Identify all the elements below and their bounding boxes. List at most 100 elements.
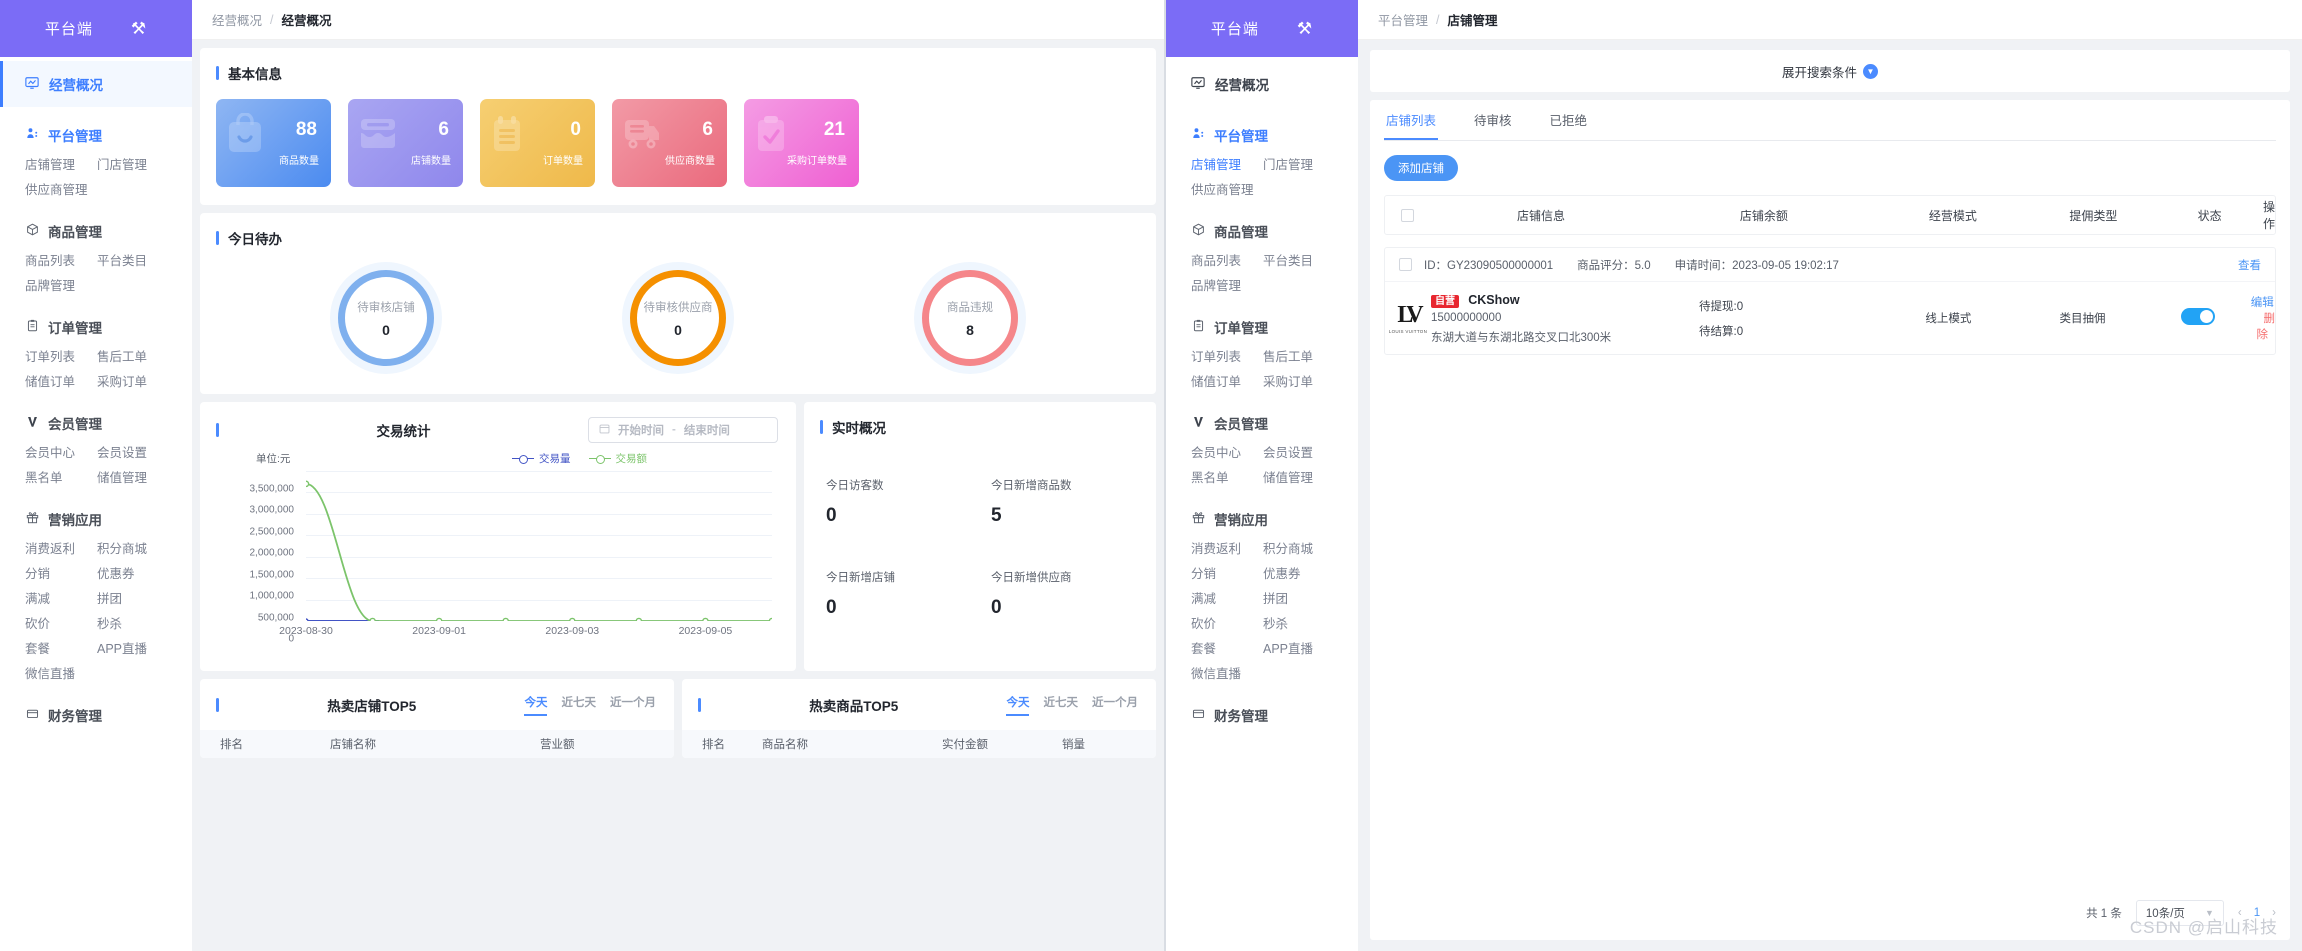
tab-pending-review[interactable]: 待审核	[1472, 110, 1514, 140]
sidebar-item-shop-manage[interactable]: 店铺管理	[1191, 153, 1263, 178]
tab-rejected[interactable]: 已拒绝	[1548, 110, 1590, 140]
sidebar-item-full-reduction[interactable]: 满减	[1191, 587, 1263, 612]
sidebar-item-aftersale-ticket[interactable]: 售后工单	[1263, 345, 1335, 370]
row-view-action[interactable]: 查看	[2238, 257, 2261, 273]
sidebar-group-title-platform[interactable]: 平台管理	[1166, 125, 1358, 145]
sidebar-item-full-reduction[interactable]: 满减	[25, 587, 97, 612]
sidebar-item-order-list[interactable]: 订单列表	[25, 345, 97, 370]
sidebar-item-coupon[interactable]: 优惠券	[1263, 562, 1335, 587]
sidebar-item-package[interactable]: 套餐	[25, 637, 97, 662]
date-end-placeholder[interactable]: 结束时间	[684, 422, 730, 438]
todo-ring-pending-shops[interactable]: 待审核店铺 0	[330, 262, 442, 374]
sidebar-group-title-orders[interactable]: 订单管理	[1166, 317, 1358, 337]
sidebar-item-platform-category[interactable]: 平台类目	[97, 249, 169, 274]
sidebar-item-store-manage[interactable]: 门店管理	[1263, 153, 1335, 178]
row-checkbox[interactable]	[1399, 258, 1412, 271]
sidebar-item-points-mall[interactable]: 积分商城	[97, 537, 169, 562]
segment-seven-days[interactable]: 近七天	[561, 694, 596, 716]
sidebar-group-title-orders[interactable]: 订单管理	[0, 317, 192, 337]
delete-link[interactable]: 删除	[2257, 313, 2276, 341]
sidebar-item-member-center[interactable]: 会员中心	[25, 441, 97, 466]
sidebar-item-purchase-order[interactable]: 采购订单	[1263, 370, 1335, 395]
sidebar-group-title-goods[interactable]: 商品管理	[1166, 221, 1358, 241]
sidebar-item-order-list[interactable]: 订单列表	[1191, 345, 1263, 370]
stat-tile-order-count[interactable]: 0 订单数量	[480, 99, 595, 187]
sidebar-group-title-platform[interactable]: 平台管理	[0, 125, 192, 145]
sidebar-group-title-goods[interactable]: 商品管理	[0, 221, 192, 241]
stat-tile-purchase-order-count[interactable]: 21 采购订单数量	[744, 99, 859, 187]
sidebar-group-title-finance[interactable]: 财务管理	[0, 705, 192, 725]
sidebar-group-title-finance[interactable]: 财务管理	[1166, 705, 1358, 725]
sidebar-item-supplier-manage[interactable]: 供应商管理	[25, 178, 97, 203]
sidebar-item-stored-value-manage[interactable]: 储值管理	[1263, 466, 1335, 491]
sidebar-item-distribution[interactable]: 分销	[1191, 562, 1263, 587]
sidebar-item-wechat-live[interactable]: 微信直播	[25, 662, 97, 687]
sidebar-item-bargain[interactable]: 砍价	[1191, 612, 1263, 637]
legend-item-volume[interactable]: 交易量	[512, 451, 571, 466]
sidebar-item-points-mall[interactable]: 积分商城	[1263, 537, 1335, 562]
sidebar-item-supplier-manage[interactable]: 供应商管理	[1191, 178, 1263, 203]
sidebar-item-consumption-rebate[interactable]: 消费返利	[25, 537, 97, 562]
sidebar-item-stored-value-manage[interactable]: 储值管理	[97, 466, 169, 491]
sidebar-item-member-settings[interactable]: 会员设置	[97, 441, 169, 466]
status-toggle[interactable]	[2180, 308, 2215, 325]
sidebar-item-store-manage[interactable]: 门店管理	[97, 153, 169, 178]
segment-one-month[interactable]: 近一个月	[610, 694, 656, 716]
sidebar-group-title-members[interactable]: 会员管理	[1166, 413, 1358, 433]
pagination-next[interactable]: ›	[2272, 907, 2276, 919]
sidebar-item-flash-sale[interactable]: 秒杀	[97, 612, 169, 637]
date-start-placeholder[interactable]: 开始时间	[618, 422, 664, 438]
segment-today[interactable]: 今天	[1006, 694, 1030, 716]
sidebar-item-package[interactable]: 套餐	[1191, 637, 1263, 662]
pagination-page-1[interactable]: 1	[2254, 907, 2260, 919]
segment-seven-days[interactable]: 近七天	[1043, 694, 1078, 716]
sidebar-item-consumption-rebate[interactable]: 消费返利	[1191, 537, 1263, 562]
tools-icon[interactable]: ⚒	[1297, 20, 1313, 37]
stat-tile-shop-count[interactable]: 6 店铺数量	[348, 99, 463, 187]
todo-ring-pending-suppliers[interactable]: 待审核供应商 0	[622, 262, 734, 374]
sidebar-item-group-buy[interactable]: 拼团	[1263, 587, 1335, 612]
expand-search-toggle[interactable]: 展开搜索条件 ▼	[1370, 50, 2290, 92]
sidebar-item-stored-value-order[interactable]: 储值订单	[25, 370, 97, 395]
legend-item-amount[interactable]: 交易额	[588, 451, 647, 466]
sidebar-item-purchase-order[interactable]: 采购订单	[97, 370, 169, 395]
sidebar-item-brand-manage[interactable]: 品牌管理	[1191, 274, 1263, 299]
segment-today[interactable]: 今天	[524, 694, 548, 716]
sidebar-item-flash-sale[interactable]: 秒杀	[1263, 612, 1335, 637]
sidebar-item-shop-manage[interactable]: 店铺管理	[25, 153, 97, 178]
sidebar-item-blacklist[interactable]: 黑名单	[1191, 466, 1263, 491]
sidebar-item-stored-value-order[interactable]: 储值订单	[1191, 370, 1263, 395]
sidebar-item-blacklist[interactable]: 黑名单	[25, 466, 97, 491]
breadcrumb-parent[interactable]: 平台管理	[1378, 10, 1428, 29]
sidebar-group-title-members[interactable]: 会员管理	[0, 413, 192, 433]
tools-icon[interactable]: ⚒	[131, 20, 147, 37]
sidebar-group-title-marketing[interactable]: 营销应用	[0, 509, 192, 529]
todo-ring-goods-violation[interactable]: 商品违规 8	[914, 262, 1026, 374]
sidebar-item-member-settings[interactable]: 会员设置	[1263, 441, 1335, 466]
sidebar-item-bargain[interactable]: 砍价	[25, 612, 97, 637]
add-shop-button[interactable]: 添加店铺	[1384, 155, 1458, 181]
sidebar-item-member-center[interactable]: 会员中心	[1191, 441, 1263, 466]
sidebar-item-coupon[interactable]: 优惠券	[97, 562, 169, 587]
sidebar-item-overview[interactable]: 经营概况	[1166, 61, 1358, 107]
sidebar-item-distribution[interactable]: 分销	[25, 562, 97, 587]
stat-tile-supplier-count[interactable]: 6 供应商数量	[612, 99, 727, 187]
stat-tile-goods-count[interactable]: 88 商品数量	[216, 99, 331, 187]
tab-shop-list[interactable]: 店铺列表	[1384, 110, 1439, 140]
sidebar-item-platform-category[interactable]: 平台类目	[1263, 249, 1335, 274]
sidebar-item-aftersale-ticket[interactable]: 售后工单	[97, 345, 169, 370]
sidebar-item-app-live[interactable]: APP直播	[1263, 637, 1335, 662]
segment-one-month[interactable]: 近一个月	[1092, 694, 1138, 716]
breadcrumb-parent[interactable]: 经营概况	[212, 10, 262, 29]
sidebar-item-goods-list[interactable]: 商品列表	[1191, 249, 1263, 274]
sidebar-item-app-live[interactable]: APP直播	[97, 637, 169, 662]
sidebar-item-brand-manage[interactable]: 品牌管理	[25, 274, 97, 299]
edit-link[interactable]: 编辑	[2251, 297, 2274, 309]
sidebar-item-overview[interactable]: 经营概况	[0, 61, 192, 107]
pagination-prev[interactable]: ‹	[2238, 907, 2242, 919]
sidebar-item-group-buy[interactable]: 拼团	[97, 587, 169, 612]
date-range-picker[interactable]: 开始时间 - 结束时间	[588, 417, 778, 443]
page-size-select[interactable]: 10条/页 ▼	[2135, 900, 2224, 926]
sidebar-group-title-marketing[interactable]: 营销应用	[1166, 509, 1358, 529]
sidebar-item-wechat-live[interactable]: 微信直播	[1191, 662, 1263, 687]
